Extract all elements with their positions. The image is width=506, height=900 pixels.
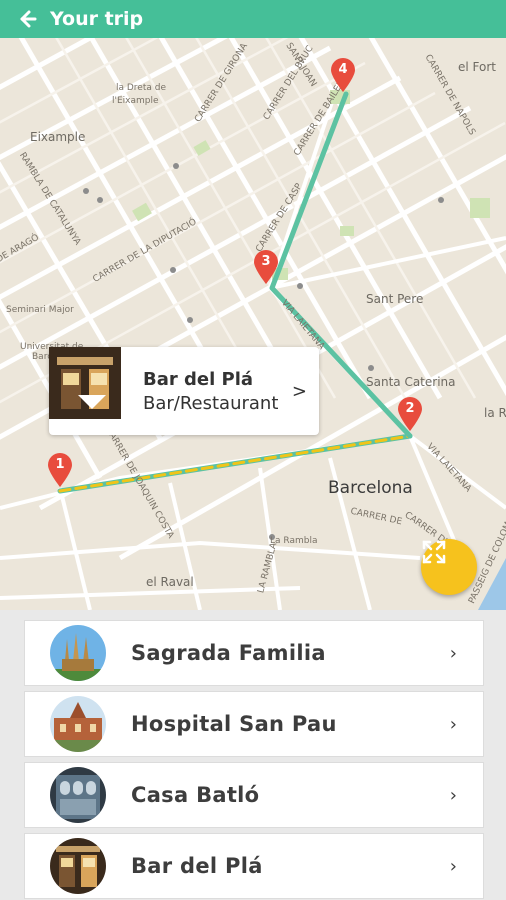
stop-number: 2 <box>405 401 415 416</box>
map-pin-stop-3[interactable]: 3 <box>252 249 280 285</box>
list-item[interactable]: Sagrada Familia › <box>24 620 484 686</box>
place-name: Bar del Plá <box>131 854 263 878</box>
district-label-dreta2: l'Eixample <box>112 96 159 106</box>
chevron-right-icon: › <box>449 642 457 664</box>
callout-place-type: Bar/Restaurant <box>143 392 279 414</box>
stop-number: 3 <box>261 254 271 269</box>
sagrada-familia-photo-icon <box>50 625 106 681</box>
chevron-right-icon: › <box>449 713 457 735</box>
bar-photo-icon <box>49 347 129 427</box>
map-pin-stop-2[interactable]: 2 <box>396 396 424 432</box>
place-callout[interactable]: Bar del Plá Bar/Restaurant > <box>49 347 319 435</box>
district-label-eixample: Eixample <box>30 130 86 144</box>
district-label-la-r: la R <box>484 406 506 420</box>
district-label-santa-caterina: Santa Caterina <box>366 375 456 389</box>
district-label-sant-pere: Sant Pere <box>366 292 424 306</box>
list-item[interactable]: Hospital San Pau › <box>24 691 484 757</box>
callout-arrow-icon[interactable]: > <box>292 381 307 402</box>
callout-place-name: Bar del Plá <box>143 368 254 390</box>
places-list: Sagrada Familia › Hospital San Pau › Cas… <box>0 610 506 900</box>
map-streets <box>0 38 506 610</box>
stop-number: 1 <box>55 457 65 472</box>
callout-tail <box>78 395 106 409</box>
map-pin-stop-4[interactable]: 4 <box>329 57 357 93</box>
district-label-raval: el Raval <box>146 575 194 589</box>
back-button[interactable] <box>8 0 46 38</box>
app-bar: Your trip <box>0 0 506 38</box>
stop-number: 4 <box>338 62 348 77</box>
chevron-right-icon: › <box>449 784 457 806</box>
page-title: Your trip <box>50 8 144 30</box>
district-label-dreta: la Dreta de <box>116 83 167 93</box>
expand-map-button[interactable] <box>421 539 477 595</box>
district-label-seminari: Seminari Major <box>6 305 74 315</box>
chevron-right-icon: › <box>449 855 457 877</box>
place-name: Casa Batló <box>131 783 260 807</box>
list-item[interactable]: Casa Batló › <box>24 762 484 828</box>
district-label-fort: el Fort <box>458 60 496 74</box>
place-name: Hospital San Pau <box>131 712 337 736</box>
list-item[interactable]: Bar del Plá › <box>24 833 484 899</box>
map-pin-stop-1[interactable]: 1 <box>46 452 74 488</box>
casa-batllo-photo-icon <box>50 767 106 823</box>
district-label-barcelona: Barcelona <box>328 478 413 498</box>
hospital-photo-icon <box>50 696 106 752</box>
arrow-left-icon <box>20 10 37 28</box>
expand-icon <box>422 540 446 564</box>
place-name: Sagrada Familia <box>131 641 326 665</box>
bar-photo-icon <box>50 838 106 894</box>
map-view[interactable]: Eixample la Dreta de l'Eixample el Fort … <box>0 38 506 610</box>
